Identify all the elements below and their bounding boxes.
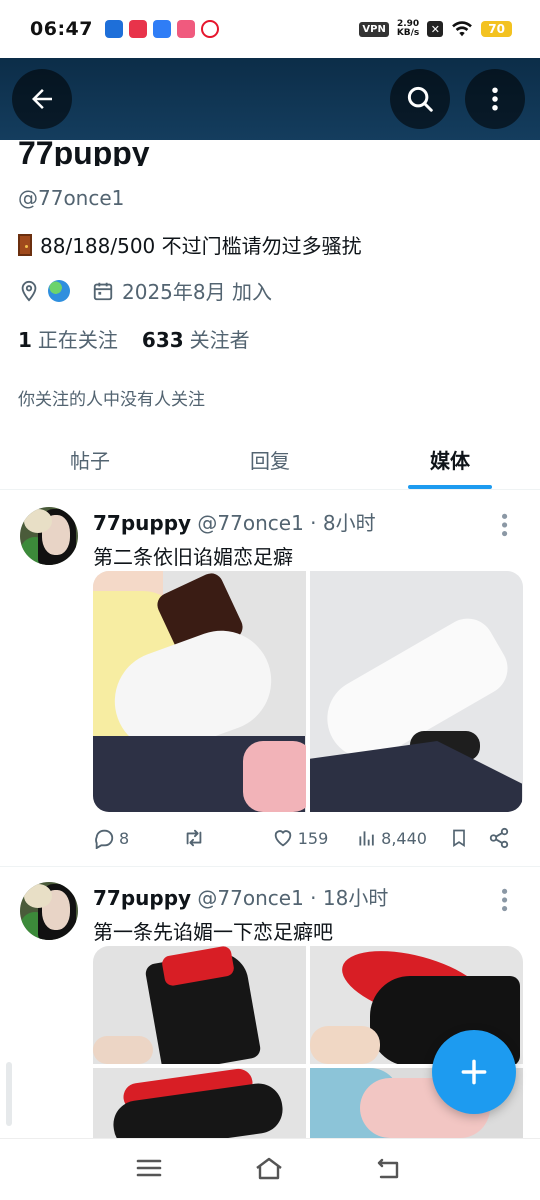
bookmark-icon (452, 829, 465, 848)
search-button[interactable] (390, 69, 450, 129)
reply-icon (95, 829, 114, 849)
share-icon (490, 827, 509, 849)
tweet-photo[interactable] (310, 571, 523, 812)
followers-link[interactable]: 633 关注者 (142, 324, 250, 353)
tweet-author-name: 77puppy (93, 886, 192, 910)
search-icon (407, 86, 433, 112)
tweet-handle-time: @77once1 · 18小时 (197, 886, 389, 910)
tweet-text: 第二条依旧谄媚恋足癖 (93, 545, 293, 569)
heart-icon (274, 830, 292, 847)
share-button[interactable] (488, 827, 518, 849)
no-sim-icon: ✕ (427, 21, 444, 37)
tweet-header: 77puppy @77once1 · 18小时 (93, 882, 388, 911)
battery-indicator: 70 (481, 21, 512, 37)
avatar[interactable] (20, 882, 78, 940)
weibo-icon (200, 20, 219, 38)
tweet-author-name: 77puppy (93, 511, 192, 535)
back-nav-button[interactable] (376, 1156, 404, 1184)
follow-stats: 1 正在关注 633 关注者 (18, 324, 250, 353)
tweet-header: 77puppy @77once1 · 8小时 (93, 507, 376, 536)
tweet-media (93, 571, 523, 812)
tab-posts[interactable]: 帖子 (0, 430, 180, 489)
compose-button[interactable] (432, 1030, 516, 1114)
profile-bio: 88/188/500 不过门槛请勿过多骚扰 (18, 230, 362, 259)
more-vertical-icon (492, 87, 498, 111)
tweet-item[interactable]: 77puppy @77once1 · 8小时 ••• 第二条依旧谄媚恋足癖 8 (0, 497, 540, 865)
more-options-button[interactable] (465, 69, 525, 129)
tweet-text: 第一条先谄媚一下恋足癖吧 (93, 920, 333, 944)
wifi-icon (452, 21, 473, 37)
menu-icon (136, 1159, 162, 1176)
tweet-photo[interactable] (93, 946, 306, 1064)
following-link[interactable]: 1 正在关注 (18, 324, 118, 353)
views-button[interactable]: 8,440 (357, 827, 448, 849)
joined-date: 2025年8月 加入 (122, 280, 272, 304)
bio-text: 88/188/500 不过门槛请勿过多骚扰 (40, 234, 362, 258)
app-icon-4 (176, 20, 195, 38)
back-nav-icon (377, 1158, 399, 1178)
status-bar: 06:47 VPN 2.90 KB/s ✕ 70 (0, 0, 540, 58)
vpn-badge: VPN (359, 21, 389, 37)
calendar-icon (93, 282, 113, 300)
tweet-photo[interactable] (93, 571, 306, 812)
retweet-icon (187, 829, 202, 847)
scrollbar[interactable] (6, 1062, 12, 1126)
tweet-more-icon[interactable]: ••• (493, 511, 514, 537)
followed-by-note: 你关注的人中没有人关注 (18, 390, 205, 410)
user-handle: @77once1 (18, 186, 125, 210)
door-emoji-icon (18, 233, 32, 256)
retweet-button[interactable] (182, 827, 271, 849)
like-button[interactable]: 159 (272, 827, 357, 849)
avatar[interactable] (20, 507, 78, 565)
tweet-more-icon[interactable]: ••• (493, 886, 514, 912)
recent-apps-button[interactable] (136, 1157, 162, 1183)
plus-icon (461, 1059, 487, 1085)
globe-emoji-icon (48, 279, 70, 302)
tab-replies[interactable]: 回复 (180, 430, 360, 489)
tab-media[interactable]: 媒体 (360, 430, 540, 489)
notification-icons (104, 20, 219, 38)
location-pin-icon (21, 280, 37, 302)
home-icon (256, 1157, 282, 1179)
app-icon-2 (128, 20, 147, 38)
network-speed: 2.90 KB/s (396, 19, 420, 38)
profile-meta: 2025年8月 加入 (18, 276, 272, 305)
system-nav-bar (0, 1138, 540, 1200)
tweet-divider (0, 866, 540, 867)
status-time: 06:47 (30, 18, 93, 40)
bookmark-button[interactable] (449, 827, 489, 849)
profile-tabs: 帖子 回复 媒体 (0, 430, 540, 490)
reply-button[interactable]: 8 (93, 827, 182, 849)
back-button[interactable] (12, 69, 72, 129)
display-name: 77puppy (18, 135, 150, 166)
app-icon-1 (104, 20, 123, 38)
home-button[interactable] (254, 1156, 284, 1184)
profile-header-banner (0, 58, 540, 140)
tweet-handle-time: @77once1 · 8小时 (197, 511, 376, 535)
tweet-photo[interactable] (93, 1068, 306, 1138)
app-icon-3 (152, 20, 171, 38)
views-chart-icon (359, 831, 374, 846)
arrow-left-icon (32, 89, 52, 109)
tweet-actions: 8 159 8,440 (93, 827, 518, 849)
